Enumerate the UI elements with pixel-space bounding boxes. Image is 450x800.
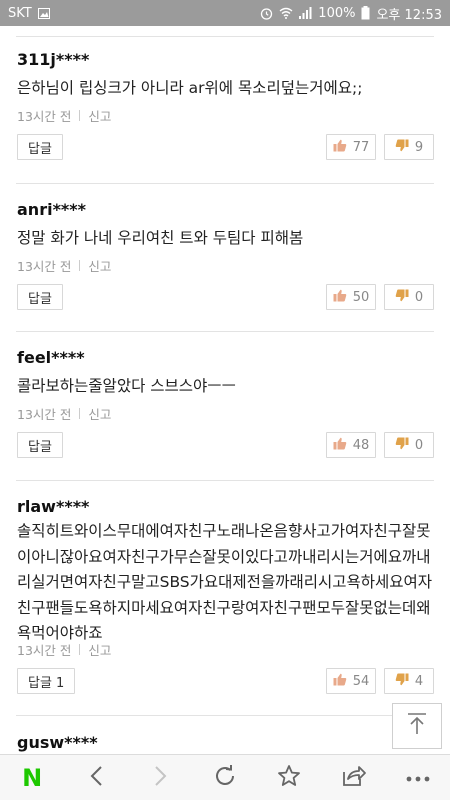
scroll-to-top-button[interactable] [392, 703, 442, 749]
thumbs-up-icon [333, 289, 347, 306]
comment-meta: 13시간 전 신고 [17, 640, 111, 659]
clock: 오후 12:53 [376, 7, 442, 23]
divider [16, 331, 434, 332]
chevron-left-icon [89, 765, 103, 791]
dislike-count: 0 [414, 289, 424, 305]
report-link[interactable]: 신고 [88, 404, 111, 423]
comment-username[interactable]: anri**** [17, 200, 86, 219]
report-link[interactable]: 신고 [88, 256, 111, 275]
report-link[interactable]: 신고 [88, 640, 111, 659]
thumbs-up-icon [333, 673, 347, 690]
report-link[interactable]: 신고 [88, 106, 111, 125]
forward-button[interactable] [139, 756, 183, 800]
comment-list: 311j**** 은하님이 립싱크가 아니라 ar위에 목소리덮는거에요;; 1… [0, 26, 450, 754]
comment-item: gusw**** [0, 733, 450, 754]
signal-icon [299, 7, 312, 19]
back-button[interactable] [74, 756, 118, 800]
reply-button[interactable]: 답글 1 [17, 668, 76, 694]
chevron-right-icon [154, 765, 168, 791]
like-button[interactable]: 54 [326, 668, 376, 694]
refresh-icon [213, 764, 237, 792]
comment-text: 콜라보하는줄알았다 스브스야ㅡㅡ [17, 377, 236, 395]
like-button[interactable]: 77 [326, 134, 376, 160]
comment-username[interactable]: gusw**** [17, 733, 98, 752]
status-bar: SKT 100% 오후 12:53 [0, 0, 450, 26]
carrier-label: SKT [8, 5, 32, 21]
comment-time: 13시간 전 [17, 407, 72, 422]
comment-meta: 13시간 전 신고 [17, 106, 111, 125]
arrow-up-to-top-icon [406, 712, 428, 740]
thumbs-down-icon [395, 289, 409, 306]
image-notification-icon [37, 7, 50, 19]
dislike-button[interactable]: 0 [384, 432, 434, 458]
like-button[interactable]: 50 [326, 284, 376, 310]
dislike-button[interactable]: 0 [384, 284, 434, 310]
like-count: 50 [352, 289, 370, 305]
comment-meta: 13시간 전 신고 [17, 256, 111, 275]
comment-item: 311j**** 은하님이 립싱크가 아니라 ar위에 목소리덮는거에요;; 1… [0, 50, 450, 190]
comment-text: 솔직히트와이스무대에여자친구노래나온음향사고가여자친구잘못이아니잖아요여자친구가… [17, 522, 433, 642]
battery-percent: 100% [318, 5, 356, 21]
more-dots-icon [405, 768, 431, 787]
share-button[interactable] [332, 756, 376, 800]
thumbs-up-icon [333, 139, 347, 156]
comment-meta: 13시간 전 신고 [17, 404, 111, 423]
comment-item: rlaw**** 솔직히트와이스무대에여자친구노래나온음향사고가여자친구잘못이아… [0, 497, 450, 727]
comment-username[interactable]: 311j**** [17, 50, 89, 69]
comment-item: anri**** 정말 화가 나네 우리여친 트와 두팀다 피해봄 13시간 전… [0, 200, 450, 340]
meta-separator [79, 408, 81, 419]
naver-home-button[interactable]: N [10, 756, 54, 800]
meta-separator [79, 644, 81, 655]
comment-text: 정말 화가 나네 우리여친 트와 두팀다 피해봄 [17, 229, 304, 247]
star-icon [277, 764, 301, 792]
reply-button[interactable]: 답글 [17, 284, 63, 310]
reply-button[interactable]: 답글 [17, 134, 63, 160]
naver-logo-icon: N [22, 763, 43, 792]
like-count: 48 [352, 437, 370, 453]
alarm-icon [260, 7, 273, 20]
comment-item: feel**** 콜라보하는줄알았다 스브스야ㅡㅡ 13시간 전 신고 답글 4… [0, 348, 450, 488]
divider [16, 715, 434, 716]
dislike-button[interactable]: 9 [384, 134, 434, 160]
comment-username[interactable]: rlaw**** [17, 497, 89, 516]
like-count: 77 [352, 139, 370, 155]
divider [16, 480, 434, 481]
battery-icon [361, 6, 370, 20]
meta-separator [79, 110, 81, 121]
reply-button[interactable]: 답글 [17, 432, 63, 458]
share-icon [341, 764, 367, 792]
divider [16, 36, 434, 37]
dislike-count: 4 [414, 673, 424, 689]
browser-toolbar: N [0, 754, 450, 800]
comment-username[interactable]: feel**** [17, 348, 85, 367]
thumbs-down-icon [395, 673, 409, 690]
like-button[interactable]: 48 [326, 432, 376, 458]
thumbs-down-icon [395, 139, 409, 156]
divider [16, 183, 434, 184]
comment-time: 13시간 전 [17, 259, 72, 274]
wifi-icon [279, 7, 293, 19]
comment-time: 13시간 전 [17, 643, 72, 658]
dislike-button[interactable]: 4 [384, 668, 434, 694]
dislike-count: 9 [414, 139, 424, 155]
refresh-button[interactable] [203, 756, 247, 800]
thumbs-down-icon [395, 437, 409, 454]
like-count: 54 [352, 673, 370, 689]
comment-time: 13시간 전 [17, 109, 72, 124]
comment-text: 은하님이 립싱크가 아니라 ar위에 목소리덮는거에요;; [17, 79, 363, 97]
meta-separator [79, 260, 81, 271]
thumbs-up-icon [333, 437, 347, 454]
bookmark-button[interactable] [267, 756, 311, 800]
dislike-count: 0 [414, 437, 424, 453]
more-button[interactable] [396, 756, 440, 800]
